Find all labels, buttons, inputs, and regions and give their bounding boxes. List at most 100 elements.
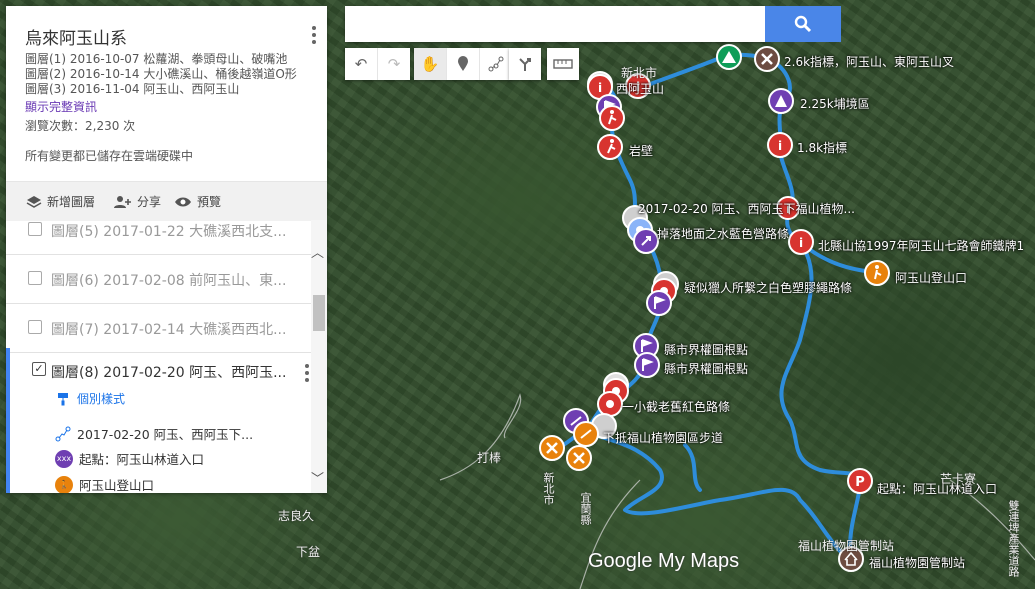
orange-close-marker[interactable] xyxy=(566,445,592,471)
orange-close-marker[interactable] xyxy=(539,435,565,461)
place-label: 新北市 xyxy=(621,66,658,80)
style-link-label: 個別樣式 xyxy=(77,392,126,406)
search-icon xyxy=(794,15,812,33)
marker-label: 縣市界權圖根點 xyxy=(664,343,749,357)
place-label: 打棒 xyxy=(477,451,502,465)
marker-label: 2017-02-20 阿玉、西阿玉下福山植物... xyxy=(638,202,855,216)
place-label: 芒卡寮 xyxy=(940,472,977,486)
measure-tools xyxy=(547,48,579,80)
search-input[interactable] xyxy=(345,6,765,42)
add-person-icon xyxy=(114,195,131,208)
layer-list: 圖層(5) 2017-01-22 大礁溪西北支... 圖層(6) 2017-02… xyxy=(6,220,327,493)
eye-icon xyxy=(175,197,191,206)
desc-line: 圖層(3) 2016-11-04 阿玉山、西阿玉山 xyxy=(25,82,240,96)
individual-style-link[interactable]: 個別樣式 xyxy=(57,390,125,407)
more-options-icon[interactable] xyxy=(311,26,317,47)
map-legend-panel: 烏來阿玉山系 圖層(1) 2016-10-07 松蘿湖、拳頭母山、破嘴池 圖層(… xyxy=(6,6,327,493)
red-parking-marker[interactable]: P xyxy=(847,468,873,494)
red-info-marker[interactable]: i xyxy=(767,132,793,158)
desc-line: 圖層(1) 2016-10-07 松蘿湖、拳頭母山、破嘴池 xyxy=(25,52,288,66)
layer-label: 圖層(5) 2017-01-22 大礁溪西北支... xyxy=(51,224,287,240)
red-climber-marker[interactable] xyxy=(597,134,623,160)
view-count: 瀏覽次數：2,230 次 xyxy=(25,119,136,133)
place-label: 宜蘭縣 xyxy=(579,492,592,525)
marker-label: 疑似獵人所繫之白色塑膠繩路條 xyxy=(684,281,853,295)
share-label: 分享 xyxy=(137,195,162,209)
edit-tools: ✋ xyxy=(414,48,512,80)
place-label: 志良久 xyxy=(278,509,315,523)
marker-label: 福山植物園管制站 xyxy=(869,556,966,570)
red-info-marker[interactable]: i xyxy=(788,229,814,255)
preview-button[interactable]: 預覽 xyxy=(174,193,221,210)
marker-label: 2.6k指標，阿玉山、東阿玉山叉 xyxy=(784,55,955,69)
layers-icon xyxy=(26,195,42,208)
route-tools xyxy=(509,48,541,80)
layer-item[interactable]: 圖層(5) 2017-01-22 大礁溪西北支... xyxy=(6,220,311,255)
layer-options-icon[interactable] xyxy=(305,364,309,385)
hiker-icon: 🚶 xyxy=(55,475,73,493)
marker-label: 起點：阿玉山林道入口 xyxy=(877,482,998,496)
orange-marker[interactable] xyxy=(573,421,599,447)
marker-label: 岩壁 xyxy=(629,144,654,158)
purple-marker[interactable] xyxy=(633,228,659,254)
feature-label: 阿玉山登山口 xyxy=(79,478,155,493)
purple-flag-marker[interactable] xyxy=(634,352,660,378)
redo-icon[interactable]: ↷ xyxy=(378,48,410,80)
google-my-maps-logo: Google My Maps xyxy=(588,550,740,572)
marker-label: 2.25k埔境區 xyxy=(800,97,870,111)
svg-text:i: i xyxy=(799,236,803,250)
ruler-icon[interactable] xyxy=(547,48,579,80)
marker-label: 西阿玉山 xyxy=(616,82,665,96)
paint-roller-icon xyxy=(58,392,68,405)
history-tools: ↶ ↷ xyxy=(345,48,410,80)
feature-label: 起點：阿玉山林道入口 xyxy=(79,452,205,467)
feature-trailhead[interactable]: 🚶 阿玉山登山口 xyxy=(55,475,154,493)
red-marker[interactable] xyxy=(597,391,623,417)
place-label: 新北市 xyxy=(542,472,555,505)
search-button[interactable] xyxy=(765,6,841,42)
route-icon xyxy=(55,426,71,441)
svg-text:i: i xyxy=(598,81,602,95)
brown-close-marker[interactable] xyxy=(754,46,780,72)
marker-label: 北縣山協1997年阿玉山七路會師鐵牌1 xyxy=(818,239,1025,253)
purple-flag-marker[interactable] xyxy=(646,290,672,316)
place-label: 福山植物園管制站 xyxy=(798,539,895,553)
layer-item[interactable]: 圖層(6) 2017-02-08 前阿玉山、東... xyxy=(6,255,311,304)
layer-checkbox[interactable] xyxy=(28,320,42,334)
layer-item[interactable]: 圖層(7) 2017-02-14 大礁溪西西北... xyxy=(6,304,311,353)
chevron-down-icon[interactable]: ﹀ xyxy=(311,468,324,487)
layer-checkbox[interactable] xyxy=(28,271,42,285)
hand-pan-icon[interactable]: ✋ xyxy=(414,48,447,80)
directions-icon[interactable] xyxy=(509,48,541,80)
preview-label: 預覽 xyxy=(197,195,222,209)
draw-line-icon[interactable] xyxy=(480,48,512,80)
feature-label: 2017-02-20 阿玉、西阿玉下... xyxy=(77,427,254,442)
feature-start[interactable]: xxx 起點：阿玉山林道入口 xyxy=(55,449,204,468)
orange-hiker-marker[interactable] xyxy=(864,260,890,286)
add-layer-button[interactable]: 新增圖層 xyxy=(26,193,95,210)
map-title[interactable]: 烏來阿玉山系 xyxy=(25,24,127,49)
layer-checkbox-checked[interactable]: ✓ xyxy=(32,362,46,376)
layer-label: 圖層(6) 2017-02-08 前阿玉山、東... xyxy=(51,273,287,289)
marker-label: 阿玉山登山口 xyxy=(895,271,968,285)
add-marker-icon[interactable] xyxy=(447,48,480,80)
feature-route[interactable]: 2017-02-20 阿玉、西阿玉下... xyxy=(55,424,253,443)
layer-checkbox[interactable] xyxy=(28,222,42,236)
show-details-link[interactable]: 顯示完整資訊 xyxy=(25,98,97,115)
purple-camp-marker[interactable] xyxy=(768,88,794,114)
place-label: 下盆 xyxy=(296,545,321,559)
chevron-up-icon[interactable]: ︿ xyxy=(311,242,324,261)
add-layer-label: 新增圖層 xyxy=(47,195,96,209)
marker-label: 下抵福山植物園區步道 xyxy=(603,431,724,445)
share-button[interactable]: 分享 xyxy=(112,193,161,210)
map-description: 圖層(1) 2016-10-07 松蘿湖、拳頭母山、破嘴池 圖層(2) 2016… xyxy=(25,52,297,97)
red-climber-marker[interactable] xyxy=(599,105,625,131)
place-label: 雙連埤產業道路 xyxy=(1007,500,1020,577)
marker-label: 掉落地面之水藍色營路條 xyxy=(657,227,790,241)
save-status: 所有變更都已儲存在雲端硬碟中 xyxy=(25,149,194,163)
marker-label: 1.8k指標 xyxy=(797,141,848,155)
active-layer[interactable]: ✓ 圖層(8) 2017-02-20 阿玉、西阿玉... 個別樣式 2017-0… xyxy=(6,348,315,493)
green-mountain-marker[interactable] xyxy=(716,44,742,70)
undo-icon[interactable]: ↶ xyxy=(345,48,378,80)
scrollbar-thumb[interactable] xyxy=(313,295,325,331)
